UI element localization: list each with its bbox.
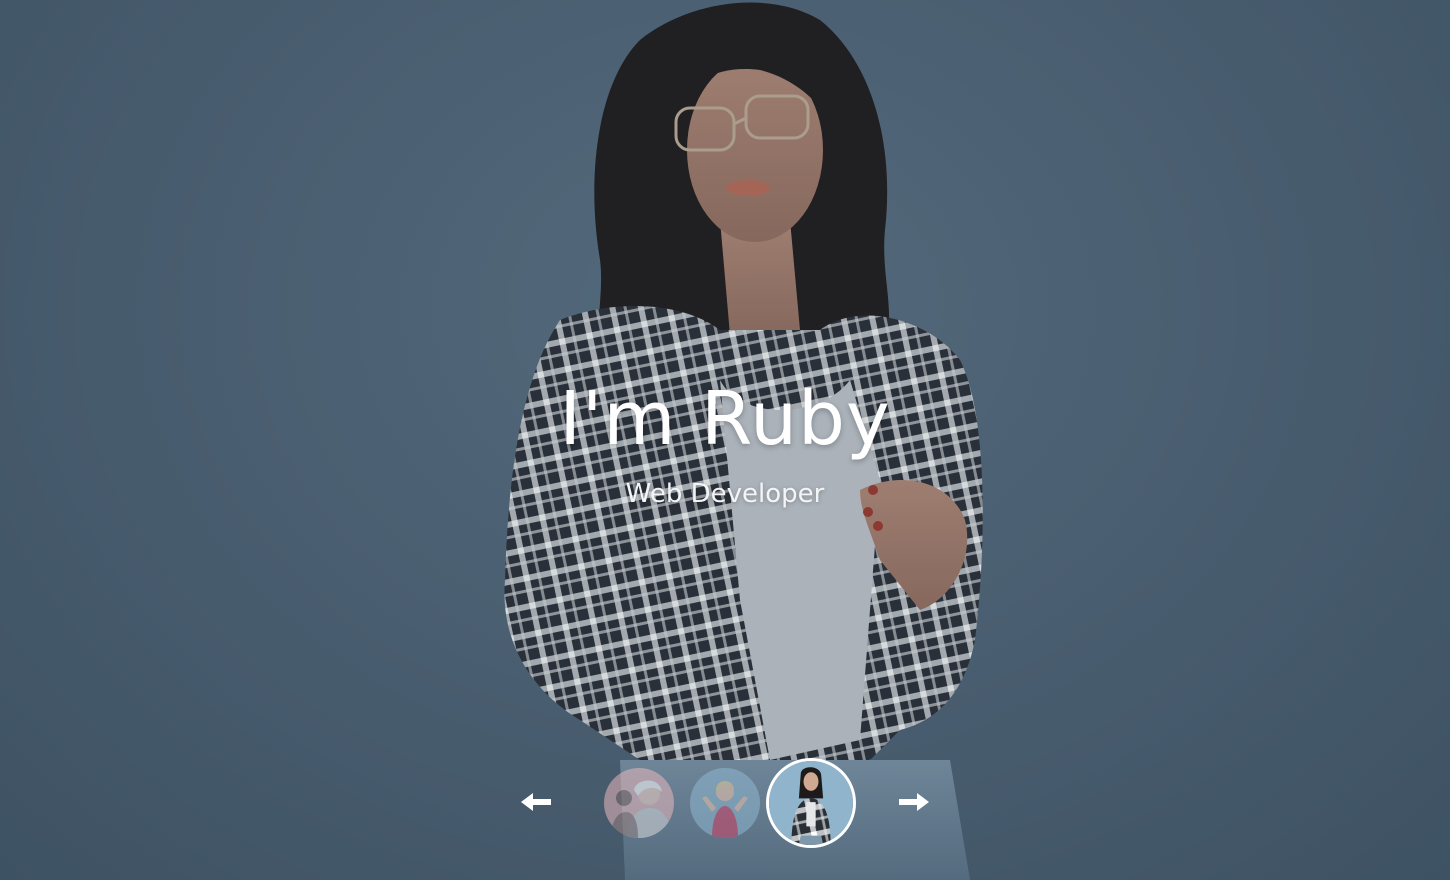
arrow-left-icon [521,793,551,811]
person-thumbnail-blue-icon [690,768,760,838]
thumbnail-slide-2[interactable] [690,768,760,838]
hero-subtitle: Web Developer [625,479,825,509]
hero-slider: I'm Ruby Web Developer [0,0,1450,880]
thumbnail-slide-1[interactable] [604,768,674,838]
thumbnail-slide-3-active[interactable] [766,758,856,848]
arrow-right-icon [899,793,929,811]
prev-slide-button[interactable] [516,782,556,822]
person-thumbnail-plaid-icon [769,761,853,845]
hero-title: I'm Ruby [559,376,891,462]
person-thumbnail-pink-icon [604,768,674,838]
next-slide-button[interactable] [894,782,934,822]
